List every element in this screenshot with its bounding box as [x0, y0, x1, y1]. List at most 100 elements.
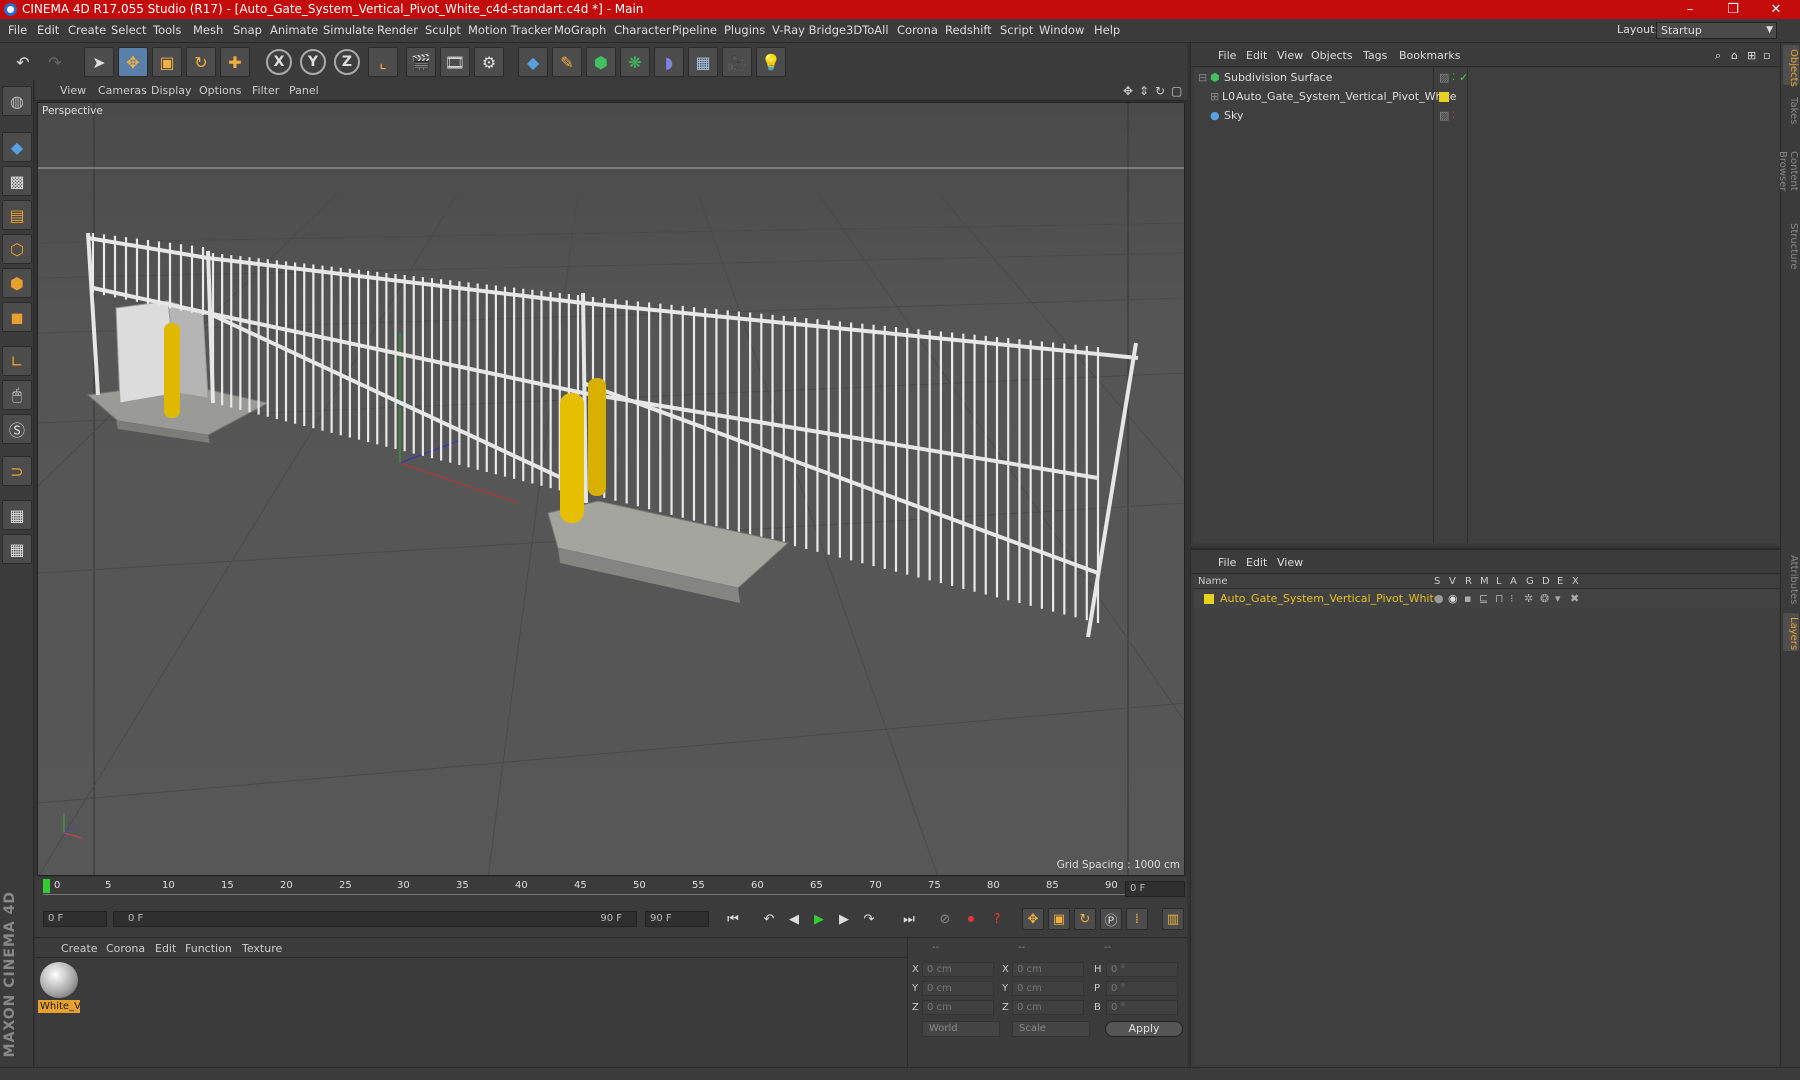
home-icon[interactable]: ⌂	[1731, 49, 1738, 62]
floor-object-button[interactable]: ▦	[688, 47, 718, 77]
move-tool-button[interactable]: ✥	[118, 47, 148, 77]
planar-workplane-button[interactable]: ▦	[2, 534, 32, 564]
viewport-menu-options[interactable]: Options	[199, 84, 241, 97]
tab-content-browser[interactable]: Content Browser	[1777, 131, 1799, 211]
material-preview-sphere[interactable]	[40, 962, 78, 998]
collapse-icon[interactable]: ⊟	[1198, 69, 1207, 87]
viewport-menu-filter[interactable]: Filter	[252, 84, 279, 97]
rot-h-field[interactable]: 0 °	[1106, 962, 1178, 977]
menu-animate[interactable]: Animate	[270, 23, 318, 37]
make-editable-button[interactable]: ◍	[2, 86, 32, 116]
menu-window[interactable]: Window	[1039, 23, 1084, 37]
material-menu-create[interactable]: Create	[61, 942, 98, 955]
workplane-mode-button[interactable]: ▤	[2, 200, 32, 230]
apply-button[interactable]: Apply	[1105, 1021, 1183, 1037]
size-z-field[interactable]: 0 cm	[1012, 1000, 1084, 1015]
menu-simulate[interactable]: Simulate	[323, 23, 374, 37]
scale-tool-button[interactable]: ▣	[152, 47, 182, 77]
render-settings-button[interactable]: ⚙	[474, 47, 504, 77]
layer-row[interactable]: Auto_Gate_System_Vertical_Pivot_White ● …	[1194, 590, 1779, 608]
magnet-button[interactable]: ⊃	[2, 456, 32, 486]
menu-redshift[interactable]: Redshift	[945, 23, 992, 37]
size-x-field[interactable]: 0 cm	[1012, 962, 1084, 977]
snap-button[interactable]: Ⓢ	[2, 414, 32, 444]
tab-objects[interactable]: Objects	[1783, 45, 1799, 87]
pos-y-field[interactable]: 0 cm	[922, 981, 994, 996]
layer-menu-view[interactable]: View	[1277, 556, 1303, 569]
light-object-button[interactable]: 💡	[756, 47, 786, 77]
layer-menu-edit[interactable]: Edit	[1246, 556, 1267, 569]
timeline-window-button[interactable]: ▥	[1162, 908, 1184, 930]
texture-mode-button[interactable]: ▩	[2, 166, 32, 196]
filter-icon[interactable]: ⊞	[1747, 49, 1756, 62]
scale-key-button[interactable]: ▣	[1048, 908, 1070, 930]
layer-dot-icon[interactable]: ▨	[1439, 69, 1449, 87]
menu-script[interactable]: Script	[1000, 23, 1033, 37]
menu-corona[interactable]: Corona	[897, 23, 938, 37]
next-key-button[interactable]: ↷	[858, 908, 880, 930]
maximize-button[interactable]: ❐	[1713, 0, 1753, 19]
tab-layers[interactable]: Layers	[1783, 613, 1799, 651]
menu-snap[interactable]: Snap	[233, 23, 262, 37]
visibility-dots-icon[interactable]: ⁚	[1452, 107, 1455, 125]
pos-x-field[interactable]: 0 cm	[922, 962, 994, 977]
menu-vray-bridge[interactable]: V-Ray Bridge	[772, 23, 846, 37]
viewport-maximize-icon[interactable]: ▢	[1171, 84, 1182, 98]
object-row-auto-gate[interactable]: ⊞ L0 Auto_Gate_System_Vertical_Pivot_Whi…	[1194, 88, 1779, 106]
range-slider[interactable]: 0 F 90 F	[113, 911, 637, 927]
spline-pen-button[interactable]: ✎	[552, 47, 582, 77]
rotation-key-button[interactable]: ↻	[1074, 908, 1096, 930]
material-name-label[interactable]: White_V	[38, 1000, 80, 1013]
redo-button[interactable]: ↷	[40, 47, 70, 77]
menu-plugins[interactable]: Plugins	[724, 23, 765, 37]
tweak-mode-button[interactable]: 🖱	[2, 380, 32, 410]
object-menu-tags[interactable]: Tags	[1363, 49, 1387, 62]
object-menu-file[interactable]: File	[1218, 49, 1236, 62]
layer-dot-icon[interactable]: ▨	[1439, 107, 1449, 125]
column-deformers[interactable]: D	[1542, 576, 1550, 587]
menu-help[interactable]: Help	[1094, 23, 1120, 37]
menu-tools[interactable]: Tools	[153, 23, 181, 37]
pos-z-field[interactable]: 0 cm	[922, 1000, 994, 1015]
tab-attributes[interactable]: Attributes	[1783, 551, 1799, 606]
previous-key-button[interactable]: ↶	[758, 908, 780, 930]
edges-mode-button[interactable]: ⬢	[2, 268, 32, 298]
cube-object-button[interactable]: ◆	[518, 47, 548, 77]
render-view-button[interactable]: 🎬	[406, 47, 436, 77]
rot-b-field[interactable]: 0 °	[1106, 1000, 1178, 1015]
rot-p-field[interactable]: 0 °	[1106, 981, 1178, 996]
3d-viewport[interactable]: Perspective Grid Spacing : 1000 cm	[37, 102, 1185, 876]
expression-icon[interactable]: ▾	[1555, 590, 1561, 608]
viewport-rotate-icon[interactable]: ↻	[1155, 84, 1165, 98]
xref-icon[interactable]: ✖	[1570, 590, 1579, 608]
array-object-button[interactable]: ❋	[620, 47, 650, 77]
axis-mode-button[interactable]: ∟	[2, 346, 32, 376]
record-keys-button[interactable]: ⊘	[934, 908, 956, 930]
object-menu-bookmarks[interactable]: Bookmarks	[1399, 49, 1460, 62]
playhead[interactable]	[43, 879, 50, 893]
menu-pipeline[interactable]: Pipeline	[672, 23, 717, 37]
polygons-mode-button[interactable]: ◼	[2, 302, 32, 332]
menu-render[interactable]: Render	[377, 23, 418, 37]
coordinate-system-button[interactable]: ⌞	[368, 47, 398, 77]
animation-icon[interactable]: ⁝	[1510, 590, 1514, 608]
close-button[interactable]: ✕	[1756, 0, 1796, 19]
deformer-icon[interactable]: ❂	[1540, 590, 1549, 608]
viewport-pan-icon[interactable]: ✥	[1123, 84, 1133, 98]
render-icon[interactable]: ▪	[1464, 590, 1471, 608]
solo-dot-icon[interactable]: ●	[1434, 590, 1444, 608]
timeline-ruler[interactable]: 0 5 10 15 20 25 30 35 40 45 50 55 60 65 …	[35, 877, 1187, 901]
menu-select[interactable]: Select	[111, 23, 146, 37]
menu-motion-tracker[interactable]: Motion Tracker	[468, 23, 552, 37]
subdivision-surface-button[interactable]: ⬢	[586, 47, 616, 77]
object-row-sky[interactable]: ● Sky ▨ ⁚	[1194, 107, 1779, 125]
next-frame-button[interactable]: ▶	[833, 908, 855, 930]
size-mode-dropdown[interactable]: Scale	[1012, 1021, 1090, 1037]
menu-3dtoall[interactable]: 3DToAll	[846, 23, 889, 37]
recent-tool-button[interactable]: ✚	[220, 47, 250, 77]
search-icon[interactable]: ⌕	[1715, 49, 1721, 63]
column-locked[interactable]: L	[1496, 576, 1502, 587]
object-row-subdivision-surface[interactable]: ⊟ ⬢ Subdivision Surface ▨ ⁚ ✓	[1194, 69, 1779, 87]
pla-key-button[interactable]: ⁞	[1126, 908, 1148, 930]
view-eye-icon[interactable]: ◉	[1448, 590, 1458, 608]
